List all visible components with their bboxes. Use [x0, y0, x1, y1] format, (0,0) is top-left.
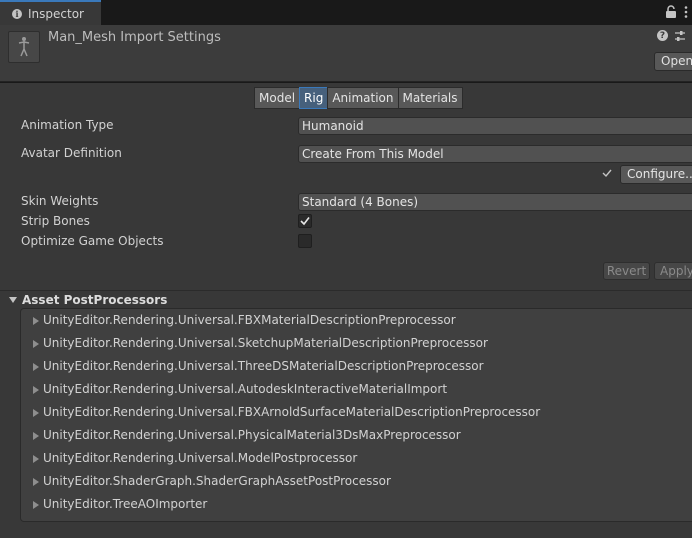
optimize-game-objects-checkbox[interactable] — [298, 234, 312, 248]
configure-button[interactable]: Configure... — [620, 165, 692, 184]
chevron-right-icon — [33, 340, 39, 348]
skin-weights-value: Standard (4 Bones) — [302, 195, 419, 209]
chevron-right-icon — [33, 409, 39, 417]
tab-inspector-label: Inspector — [28, 6, 84, 21]
page-title: Man_Mesh Import Settings — [48, 30, 221, 45]
skin-weights-label: Skin Weights — [21, 194, 99, 208]
kebab-menu-icon[interactable] — [683, 5, 689, 19]
check-icon — [602, 169, 612, 178]
help-icon[interactable]: ? — [657, 30, 668, 41]
chevron-right-icon — [33, 478, 39, 486]
list-item-label: UnityEditor.TreeAOImporter — [43, 497, 208, 511]
strip-bones-checkbox[interactable] — [298, 214, 312, 228]
open-button[interactable]: Open — [654, 52, 692, 71]
info-icon: i — [12, 8, 22, 19]
list-item[interactable]: UnityEditor.TreeAOImporter — [33, 496, 692, 514]
chevron-right-icon — [33, 317, 39, 325]
strip-bones-label: Strip Bones — [21, 214, 90, 228]
list-item-label: UnityEditor.ShaderGraph.ShaderGraphAsset… — [43, 474, 391, 488]
optimize-game-objects-row: Optimize Game Objects — [21, 233, 692, 251]
skin-weights-dropdown[interactable]: Standard (4 Bones) — [298, 193, 692, 211]
list-item-label: UnityEditor.Rendering.Universal.FBXArnol… — [43, 405, 541, 419]
inspector-header: Man_Mesh Import Settings ? Open — [0, 25, 692, 82]
preset-settings-icon[interactable] — [674, 30, 686, 42]
optimize-game-objects-label: Optimize Game Objects — [21, 234, 164, 248]
list-item[interactable]: UnityEditor.Rendering.Universal.Autodesk… — [33, 381, 692, 399]
list-item-label: UnityEditor.Rendering.Universal.Sketchup… — [43, 336, 488, 350]
tab-inspector[interactable]: i Inspector — [0, 0, 101, 25]
tab-model[interactable]: Model — [254, 87, 301, 109]
animation-type-value: Humanoid — [302, 119, 364, 133]
list-item[interactable]: UnityEditor.Rendering.Universal.FBXArnol… — [33, 404, 692, 422]
import-tabs: Model Rig Animation Materials — [254, 87, 463, 109]
asset-postprocessors-title: Asset PostProcessors — [22, 293, 168, 307]
chevron-right-icon — [33, 455, 39, 463]
postprocessors-list: UnityEditor.Rendering.Universal.FBXMater… — [20, 308, 692, 522]
tab-rig[interactable]: Rig — [299, 87, 329, 109]
strip-bones-row: Strip Bones — [21, 213, 692, 231]
skin-weights-row: Skin Weights Standard (4 Bones) — [21, 193, 692, 211]
list-item-label: UnityEditor.Rendering.Universal.Autodesk… — [43, 382, 448, 396]
list-item[interactable]: UnityEditor.Rendering.Universal.ThreeDSM… — [33, 358, 692, 376]
avatar-definition-value: Create From This Model — [302, 147, 444, 161]
animation-type-dropdown[interactable]: Humanoid — [298, 117, 692, 135]
chevron-right-icon — [33, 386, 39, 394]
chevron-right-icon — [33, 363, 39, 371]
list-item[interactable]: UnityEditor.Rendering.Universal.Sketchup… — [33, 335, 692, 353]
animation-type-row: Animation Type Humanoid — [21, 117, 692, 135]
tab-animation[interactable]: Animation — [327, 87, 399, 109]
list-item[interactable]: UnityEditor.Rendering.Universal.ModelPos… — [33, 450, 692, 468]
tab-materials[interactable]: Materials — [397, 87, 463, 109]
avatar-definition-row: Avatar Definition Create From This Model — [21, 145, 692, 163]
window-tabbar: i Inspector — [0, 0, 692, 25]
asset-postprocessors-header[interactable]: Asset PostProcessors — [0, 290, 692, 308]
chevron-right-icon — [33, 501, 39, 509]
chevron-right-icon — [33, 432, 39, 440]
list-item-label: UnityEditor.Rendering.Universal.Physical… — [43, 428, 461, 442]
avatar-definition-label: Avatar Definition — [21, 146, 122, 160]
list-item[interactable]: UnityEditor.ShaderGraph.ShaderGraphAsset… — [33, 473, 692, 491]
chevron-down-icon — [9, 297, 17, 303]
list-item[interactable]: UnityEditor.Rendering.Universal.Physical… — [33, 427, 692, 445]
animation-type-label: Animation Type — [21, 118, 114, 132]
avatar-definition-dropdown[interactable]: Create From This Model — [298, 145, 692, 163]
list-item[interactable]: UnityEditor.Rendering.Universal.FBXMater… — [33, 312, 692, 330]
revert-button[interactable]: Revert — [603, 262, 650, 280]
list-item-label: UnityEditor.Rendering.Universal.FBXMater… — [43, 313, 456, 327]
list-item-label: UnityEditor.Rendering.Universal.ModelPos… — [43, 451, 358, 465]
check-icon — [300, 217, 310, 226]
apply-button[interactable]: Apply — [654, 262, 692, 280]
inspector-body: Model Rig Animation Materials Animation … — [0, 83, 692, 538]
list-item-label: UnityEditor.Rendering.Universal.ThreeDSM… — [43, 359, 484, 373]
model-thumbnail-icon — [8, 31, 40, 63]
lock-icon[interactable] — [665, 5, 677, 19]
